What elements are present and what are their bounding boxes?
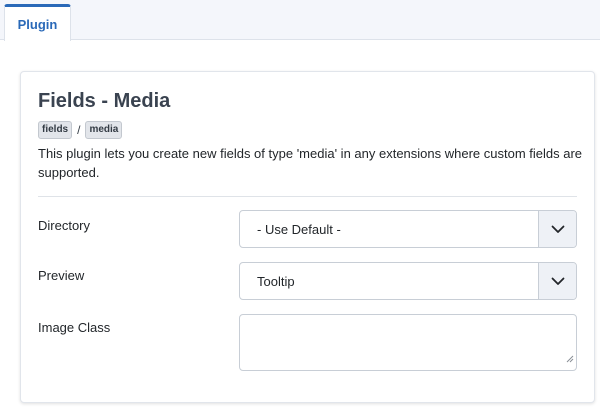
tab-plugin[interactable]: Plugin	[4, 4, 71, 41]
resize-grip-icon[interactable]	[565, 350, 574, 368]
tab-bar: Plugin	[0, 0, 600, 41]
preview-select-value: Tooltip	[257, 274, 295, 289]
image-class-label: Image Class	[38, 320, 111, 335]
directory-label: Directory	[38, 218, 91, 233]
plugin-tags: fields / media	[38, 121, 123, 139]
plugin-page: Plugin Fields - Media fields / media Thi…	[0, 0, 600, 408]
page-title: Fields - Media	[38, 90, 171, 112]
chevron-down-icon	[538, 211, 576, 247]
chevron-down-icon	[538, 263, 576, 299]
directory-select[interactable]: - Use Default -	[239, 210, 577, 248]
image-class-textarea[interactable]	[239, 314, 577, 371]
preview-select[interactable]: Tooltip	[239, 262, 577, 300]
tag-separator: /	[77, 123, 81, 137]
plugin-card: Fields - Media fields / media This plugi…	[20, 71, 595, 403]
preview-label: Preview	[38, 268, 85, 283]
divider	[38, 196, 577, 197]
plugin-description: This plugin lets you create new fields o…	[38, 146, 583, 180]
tag-media: media	[85, 121, 123, 139]
tag-fields: fields	[38, 121, 73, 139]
directory-select-value: - Use Default -	[257, 222, 341, 237]
